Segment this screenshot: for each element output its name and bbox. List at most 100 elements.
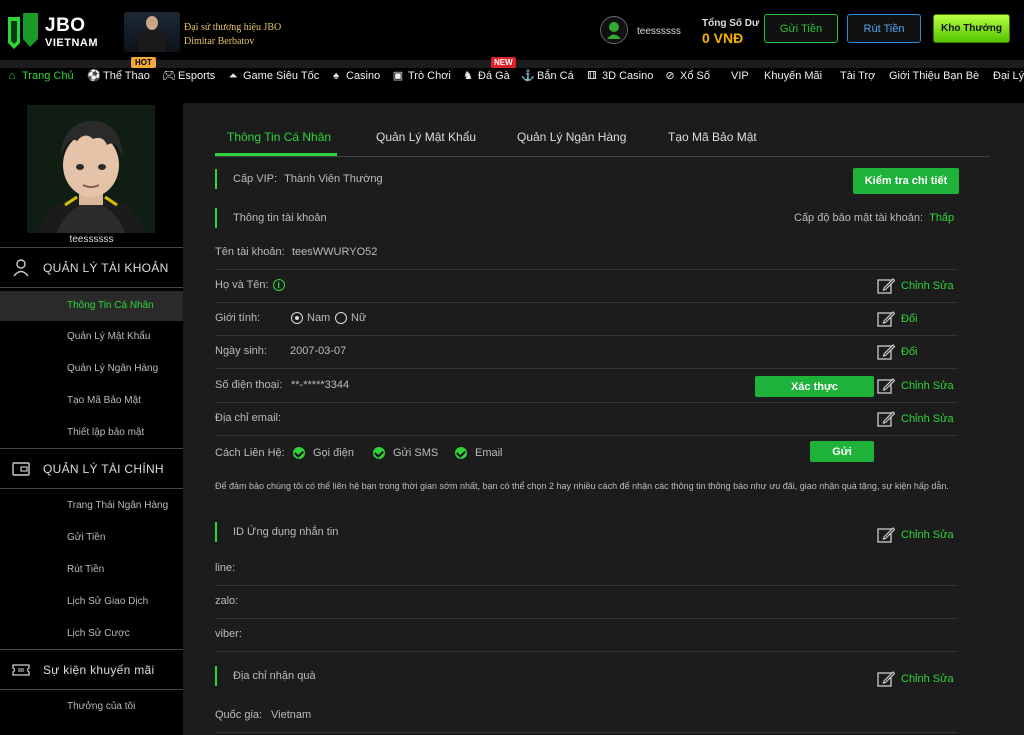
country-label: Quốc gia:	[215, 709, 263, 721]
check-vip-details-button[interactable]: Kiểm tra chi tiết	[853, 168, 959, 194]
edit-icon	[877, 527, 895, 543]
sidebar-item-password[interactable]: Quản Lý Mật Khẩu	[0, 322, 183, 352]
nav-label: Đá Gà	[478, 70, 510, 82]
nav-item-promotions[interactable]: Khuyến Mãi	[764, 70, 822, 82]
change-label: Đổi	[901, 345, 918, 358]
sidebar-item-transaction-history[interactable]: Lịch Sử Giao Dịch	[0, 587, 183, 617]
checkmark-icon	[455, 447, 467, 460]
nav-item-agent[interactable]: Đại Lý	[993, 70, 1024, 82]
nav-label: Trang Chủ	[22, 70, 74, 82]
security-level-label: Cấp độ bảo mật tài khoản:	[794, 212, 924, 224]
info-icon[interactable]: i	[272, 279, 285, 292]
edit-messaging-button[interactable]: Chỉnh Sửa	[877, 526, 954, 543]
sidebar-item-deposit[interactable]: Gửi Tiền	[0, 523, 183, 553]
nav-item-cockfight[interactable]: ♞ Đá Gà	[462, 70, 510, 82]
edit-icon	[877, 671, 895, 687]
sidebar-item-security-code[interactable]: Tạo Mã Bảo Mật	[0, 386, 183, 416]
nav-label: Esports	[178, 70, 216, 82]
gender-label: Giới tính:	[215, 312, 261, 324]
home-icon: ⌂	[8, 70, 16, 82]
nav-label: Trò Chơi	[408, 70, 451, 82]
sidebar-item-bank-status[interactable]: Trang Thái Ngân Hàng	[0, 491, 183, 521]
user-avatar-icon[interactable]	[600, 16, 628, 44]
nav-item-sports[interactable]: ⚽ Thể Thao	[87, 70, 150, 82]
sidebar-section-finance[interactable]: QUẢN LÝ TÀI CHÍNH	[0, 448, 183, 489]
edit-label: Chỉnh Sửa	[901, 672, 954, 685]
nav-item-3d-casino[interactable]: ⚅ 3D Casino	[586, 70, 653, 82]
contact-email-option[interactable]: Email	[455, 447, 503, 460]
nav-item-esports[interactable]: 🎮︎ Esports	[162, 70, 215, 82]
sidebar-section-promotions[interactable]: Sự kiện khuyến mãi	[0, 649, 183, 690]
fullname-row: Họ và Tên: i	[215, 270, 958, 303]
viber-label: viber:	[215, 628, 242, 640]
reward-store-button[interactable]: Kho Thưởng	[933, 14, 1010, 43]
withdraw-button[interactable]: Rút Tiền	[847, 14, 921, 43]
soccer-ball-icon: ⚽	[87, 70, 101, 82]
send-contact-button[interactable]: Gửi	[810, 441, 874, 462]
ambassador-title: Đại sứ thương hiệu JBO	[184, 22, 282, 33]
contact-email-label: Email	[475, 447, 503, 459]
contact-method-row: Cách Liên Hệ:	[215, 447, 285, 459]
edit-email-button[interactable]: Chỉnh Sửa	[877, 410, 954, 427]
viber-row: viber:	[215, 619, 958, 652]
sidebar-item-my-rewards[interactable]: Thưởng của tôi	[0, 692, 183, 722]
edit-fullname-button[interactable]: Chỉnh Sửa	[877, 277, 954, 294]
sidebar-item-security-settings[interactable]: Thiết lập bảo mật	[0, 418, 183, 448]
deposit-button[interactable]: Gửi Tiền	[764, 14, 838, 43]
sidebar-item-bet-history[interactable]: Lịch Sử Cược	[0, 619, 183, 649]
sidebar-item-personal-info[interactable]: Thông Tin Cá Nhân	[0, 291, 183, 321]
jbo-logo[interactable]: JBO VIETNAM	[6, 11, 106, 53]
vip-level: Cấp VIP: Thành Viên Thường	[215, 169, 383, 189]
country-row: Quốc gia: Vietnam	[215, 700, 958, 733]
ambassador-photo[interactable]	[124, 12, 180, 60]
profile-avatar[interactable]	[27, 105, 155, 233]
sidebar-item-bank[interactable]: Quản Lý Ngân Hàng	[0, 354, 183, 384]
header-username[interactable]: teessssss	[637, 26, 681, 37]
nav-item-vip[interactable]: VIP	[731, 70, 749, 82]
nav-item-home[interactable]: ⌂ Trang Chủ	[6, 70, 74, 82]
user-icon	[11, 258, 31, 277]
country-value: Vietnam	[271, 709, 312, 721]
edit-gift-address-button[interactable]: Chỉnh Sửa	[877, 670, 954, 687]
sidebar-section-label: QUẢN LÝ TÀI KHOẢN	[43, 260, 169, 275]
gender-female-option[interactable]: Nữ	[335, 312, 367, 325]
edit-phone-button[interactable]: Chỉnh Sửa	[877, 377, 954, 394]
wallet-icon	[11, 460, 31, 478]
nav-item-games[interactable]: ▣ Trò Chơi	[392, 70, 451, 82]
verify-phone-button[interactable]: Xác thực	[755, 376, 874, 397]
nav-item-casino[interactable]: ♠ Casino	[330, 70, 380, 82]
dob-row: Ngày sinh: 2007-03-07	[215, 336, 958, 369]
phone-label: Số điện thoại:	[215, 379, 283, 391]
nav-item-referral[interactable]: Giới Thiệu Bạn Bè	[889, 70, 979, 82]
line-label: line:	[215, 562, 236, 574]
edit-label: Chỉnh Sửa	[901, 379, 954, 392]
nav-item-sponsorship[interactable]: Tài Trợ	[840, 70, 875, 82]
nav-label: Casino	[346, 70, 381, 82]
change-dob-button[interactable]: Đổi	[877, 343, 918, 360]
ambassador-name: Dimitar Berbatov	[184, 36, 255, 47]
tab-password[interactable]: Quản Lý Mật Khẩu	[376, 130, 476, 144]
email-row: Địa chỉ email:	[215, 403, 958, 436]
nav-item-fast-games[interactable]: ⏶ Game Siêu Tốc	[227, 70, 320, 82]
contact-sms-option[interactable]: Gửi SMS	[373, 447, 438, 460]
gender-female-label: Nữ	[351, 312, 367, 324]
dob-value: 2007-03-07	[290, 345, 347, 357]
nav-item-fishing[interactable]: ⚓ Bắn Cá	[521, 70, 574, 82]
rooster-icon: ♞	[463, 70, 473, 82]
sidebar-item-withdraw[interactable]: Rút Tiền	[0, 555, 183, 585]
edit-label: Chỉnh Sửa	[901, 412, 954, 425]
edit-icon	[877, 378, 895, 394]
edit-icon	[877, 411, 895, 427]
fullname-label: Họ và Tên: i	[215, 279, 285, 292]
gender-male-option[interactable]: Nam	[291, 312, 330, 325]
account-name-label: Tên tài khoản:	[215, 246, 285, 258]
tab-personal-info[interactable]: Thông Tin Cá Nhân	[227, 130, 331, 144]
email-label: Địa chỉ email:	[215, 412, 282, 424]
contact-call-option[interactable]: Gọi điện	[293, 447, 354, 460]
tab-security-code[interactable]: Tạo Mã Bảo Mật	[668, 130, 757, 144]
tab-bank[interactable]: Quản Lý Ngân Hàng	[517, 130, 626, 144]
sidebar-section-account[interactable]: QUẢN LÝ TÀI KHOẢN	[0, 247, 183, 288]
change-gender-button[interactable]: Đổi	[877, 310, 918, 327]
edit-label: Chỉnh Sửa	[901, 528, 954, 541]
nav-item-lottery[interactable]: ⊘ Xổ Số	[664, 70, 710, 82]
